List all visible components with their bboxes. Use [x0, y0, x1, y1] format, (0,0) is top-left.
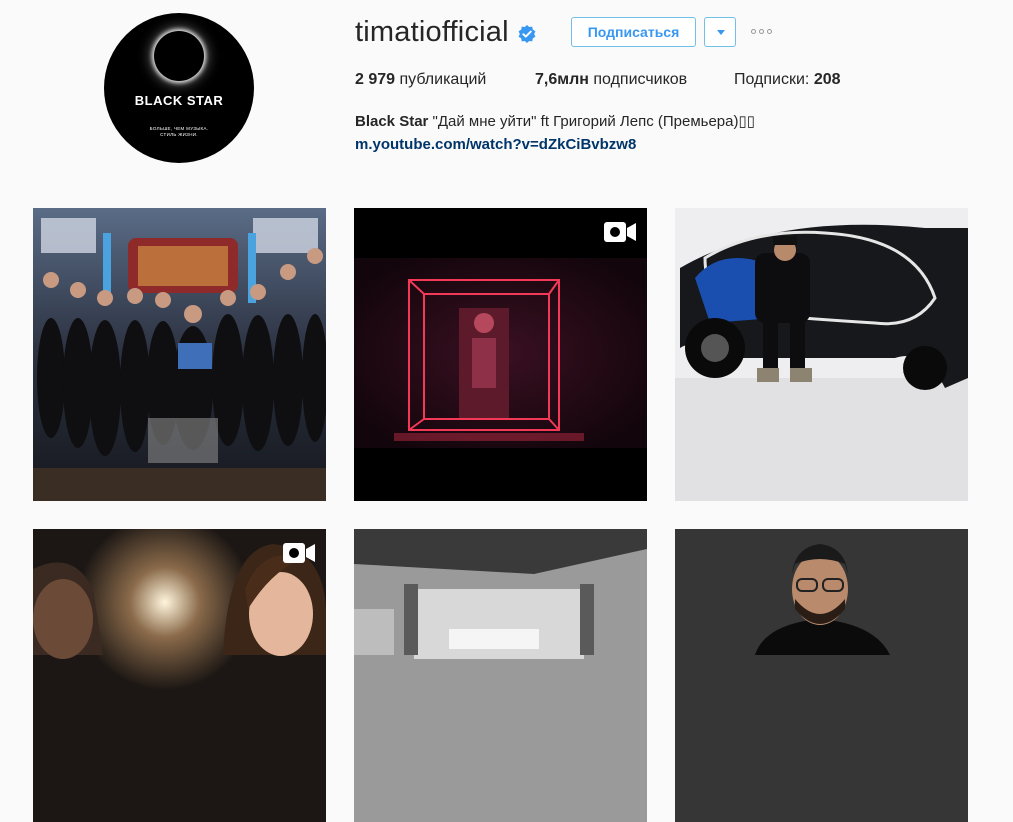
- profile-header: timatiofficial: [355, 14, 536, 50]
- video-camera-icon: [283, 543, 315, 563]
- post-thumbnail[interactable]: [675, 208, 968, 501]
- avatar-brand: BLACK STAR: [134, 93, 224, 108]
- username: timatiofficial: [355, 15, 509, 48]
- avatar-tagline-line2: СТИЛЬ ЖИЗНИ.: [160, 132, 198, 137]
- ellipsis-dot: [767, 29, 772, 34]
- post-image: [675, 208, 968, 501]
- video-camera-icon: [604, 222, 636, 242]
- post-image: [33, 529, 326, 822]
- eclipse-logo: [154, 31, 204, 81]
- follow-button[interactable]: Подписаться: [571, 17, 696, 47]
- bio-text: "Дай мне уйти" ft Григорий Лепс (Премьер…: [432, 113, 755, 130]
- followers-label: подписчиков: [593, 71, 688, 88]
- suggestions-dropdown-button[interactable]: [704, 17, 736, 47]
- following-count: 208: [813, 71, 841, 88]
- post-thumbnail[interactable]: [33, 208, 326, 501]
- verified-badge-icon: [518, 25, 536, 43]
- following-stat[interactable]: Подписки: 208: [734, 71, 841, 89]
- post-image: [675, 529, 968, 822]
- post-image: [33, 208, 326, 501]
- posts-label: публикаций: [399, 71, 487, 88]
- post-thumbnail[interactable]: [354, 208, 647, 501]
- post-image: [354, 529, 647, 822]
- followers-count: 7,6млн: [535, 71, 589, 88]
- profile-avatar[interactable]: BLACK STAR БОЛЬШЕ, ЧЕМ МУЗЫКА. СТИЛЬ ЖИЗ…: [104, 13, 254, 163]
- triangle-down-icon: [717, 30, 725, 35]
- ellipsis-icon: [751, 29, 756, 34]
- posts-count: 2 979: [355, 71, 396, 88]
- avatar-tagline: БОЛЬШЕ, ЧЕМ МУЗЫКА. СТИЛЬ ЖИЗНИ.: [104, 126, 254, 138]
- bio-name: Black Star: [355, 113, 429, 130]
- more-options-button[interactable]: [751, 25, 777, 39]
- profile-bio: Black Star "Дай мне уйти" ft Григорий Ле…: [355, 112, 755, 130]
- following-label: Подписки:: [734, 71, 810, 88]
- posts-stat: 2 979 публикаций: [355, 71, 486, 89]
- post-image: [354, 208, 647, 501]
- post-thumbnail[interactable]: [354, 529, 647, 822]
- post-thumbnail[interactable]: [675, 529, 968, 822]
- post-thumbnail[interactable]: [33, 529, 326, 822]
- profile-website-link[interactable]: m.youtube.com/watch?v=dZkCiBvbzw8: [355, 136, 636, 153]
- followers-stat[interactable]: 7,6млн подписчиков: [535, 71, 687, 89]
- ellipsis-dot: [759, 29, 764, 34]
